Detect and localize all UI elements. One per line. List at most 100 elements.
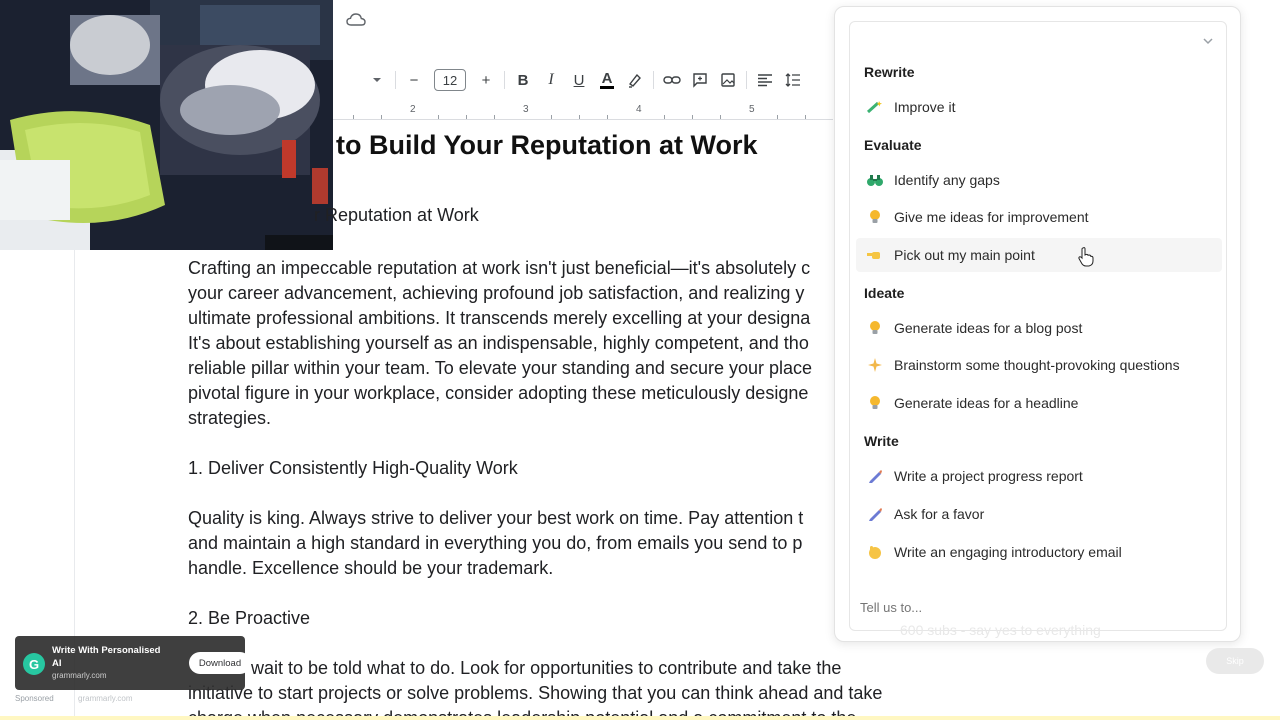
text-color-button[interactable]: A [593, 66, 621, 94]
prompt-ideas-for-improvement[interactable]: Give me ideas for improvement [856, 200, 1222, 234]
ruler-tick [353, 115, 354, 119]
highlight-icon [628, 73, 641, 88]
section-heading-write: Write [864, 433, 899, 449]
body-line: ultimate professional ambitions. It tran… [188, 308, 811, 328]
prompt-label: Write an engaging introductory email [894, 544, 1122, 560]
body-line: initiative to start projects or solve pr… [188, 683, 883, 703]
image-icon [721, 73, 735, 87]
ad-title: Write With Personalised AI [52, 645, 161, 669]
ruler-tick [805, 115, 806, 119]
italic-button[interactable]: I [537, 66, 565, 94]
document-subtitle[interactable]: r Reputation at Work [314, 205, 479, 226]
prompt-pick-main-point[interactable]: Pick out my main point [856, 238, 1222, 272]
pen-icon [864, 467, 886, 485]
toolbar-divider [653, 71, 654, 89]
ruler-tick [692, 115, 693, 119]
body-line: Quality is king. Always strive to delive… [188, 508, 804, 528]
document-title[interactable]: to Build Your Reputation at Work [336, 130, 758, 161]
align-button[interactable] [751, 66, 779, 94]
insert-image-button[interactable] [714, 66, 742, 94]
ad-download-button[interactable]: Download [189, 652, 251, 674]
ruler-tick [720, 115, 721, 119]
increase-font-size-button[interactable]: + [472, 66, 500, 94]
cloud-saved-icon[interactable] [346, 12, 366, 28]
prompt-project-progress-report[interactable]: Write a project progress report [856, 459, 1222, 493]
ruler-tick [438, 115, 439, 119]
line-spacing-icon [785, 73, 800, 87]
magic-wand-icon [864, 98, 886, 116]
ruler-mark: 2 [410, 104, 416, 115]
prompt-improve-it[interactable]: Improve it [856, 90, 1222, 124]
ruler-tick [551, 115, 552, 119]
body-line: wait to be told what to do. Look for opp… [251, 658, 842, 678]
collapse-chevron-icon[interactable] [1201, 34, 1215, 48]
body-line: It's about establishing yourself as an i… [188, 333, 809, 353]
sparkle-icon [864, 356, 886, 374]
underline-icon: U [573, 71, 585, 89]
ad-domain: grammarly.com [52, 671, 107, 680]
prompt-label: Write a project progress report [894, 468, 1083, 484]
webcam-overlay [0, 0, 333, 250]
text-color-icon: A [599, 69, 615, 89]
decrease-font-size-button[interactable]: − [400, 66, 428, 94]
section-heading-rewrite: Rewrite [864, 64, 915, 80]
body-line: Crafting an impeccable reputation at wor… [188, 258, 811, 278]
prompt-label: Ask for a favor [894, 506, 985, 522]
prompt-label: Improve it [894, 99, 956, 115]
ruler-tick [607, 115, 608, 119]
document-body[interactable]: Crafting an impeccable reputation at wor… [188, 256, 883, 720]
bottom-highlight-bar [0, 716, 1280, 720]
skip-badge[interactable]: Skip [1206, 648, 1264, 674]
body-line: strategies. [188, 408, 272, 428]
formatting-toolbar: − 12 + B I U A [333, 62, 843, 98]
ruler-mark: 4 [636, 104, 642, 115]
prompt-headline-ideas[interactable]: Generate ideas for a headline [856, 386, 1222, 420]
body-line: reliable pillar within your team. To ele… [188, 358, 813, 378]
section-heading-1: 1. Deliver Consistently High-Quality Wor… [188, 458, 518, 478]
prompt-introductory-email[interactable]: Write an engaging introductory email [856, 535, 1222, 569]
pointing-hand-icon [864, 246, 886, 264]
section-heading-ideate: Ideate [864, 285, 905, 301]
ruler-tick [579, 115, 580, 119]
ai-prompt-input[interactable] [860, 596, 1220, 618]
line-spacing-button[interactable] [779, 66, 807, 94]
add-comment-button[interactable] [686, 66, 714, 94]
body-line: your career advancement, achieving profo… [188, 283, 805, 303]
prompt-label: Identify any gaps [894, 172, 1000, 188]
underline-button[interactable]: U [565, 66, 593, 94]
grammarly-logo-icon: G [23, 653, 45, 675]
prompt-blog-post-ideas[interactable]: Generate ideas for a blog post [856, 311, 1222, 345]
prompt-identify-gaps[interactable]: Identify any gaps [856, 163, 1222, 197]
lightbulb-icon [864, 394, 886, 412]
align-left-icon [758, 74, 772, 87]
screen: − 12 + B I U A 2 3 4 5 to Build Your Rep… [0, 0, 1280, 720]
lightbulb-icon [864, 208, 886, 226]
stream-overlay-text: 600 subs - say yes to everything [900, 622, 1101, 638]
highlight-color-button[interactable] [621, 66, 649, 94]
font-size-input[interactable]: 12 [434, 69, 466, 91]
ruler-tick [777, 115, 778, 119]
mouse-hand-cursor-icon [1078, 247, 1094, 267]
comment-icon [693, 73, 707, 88]
body-line: and maintain a high standard in everythi… [188, 533, 803, 553]
body-line: pivotal figure in your workplace, consid… [188, 383, 809, 403]
ruler-tick [494, 115, 495, 119]
bold-icon: B [517, 71, 529, 89]
sponsored-ad[interactable]: G Write With Personalised AI grammarly.c… [15, 636, 251, 690]
ruler-tick [381, 115, 382, 119]
bold-button[interactable]: B [509, 66, 537, 94]
prompt-label: Generate ideas for a blog post [894, 320, 1083, 336]
prompt-brainstorm-questions[interactable]: Brainstorm some thought-provoking questi… [856, 348, 1222, 382]
prompt-ask-for-favor[interactable]: Ask for a favor [856, 497, 1222, 531]
ruler-tick [664, 115, 665, 119]
insert-link-button[interactable] [658, 66, 686, 94]
toolbar-divider [395, 71, 396, 89]
font-dropdown-chevron-icon[interactable] [363, 66, 391, 94]
horizontal-ruler: 2 3 4 5 [333, 102, 833, 120]
prompt-label: Pick out my main point [894, 247, 1035, 263]
body-line: handle. Excellence should be your tradem… [188, 558, 554, 578]
